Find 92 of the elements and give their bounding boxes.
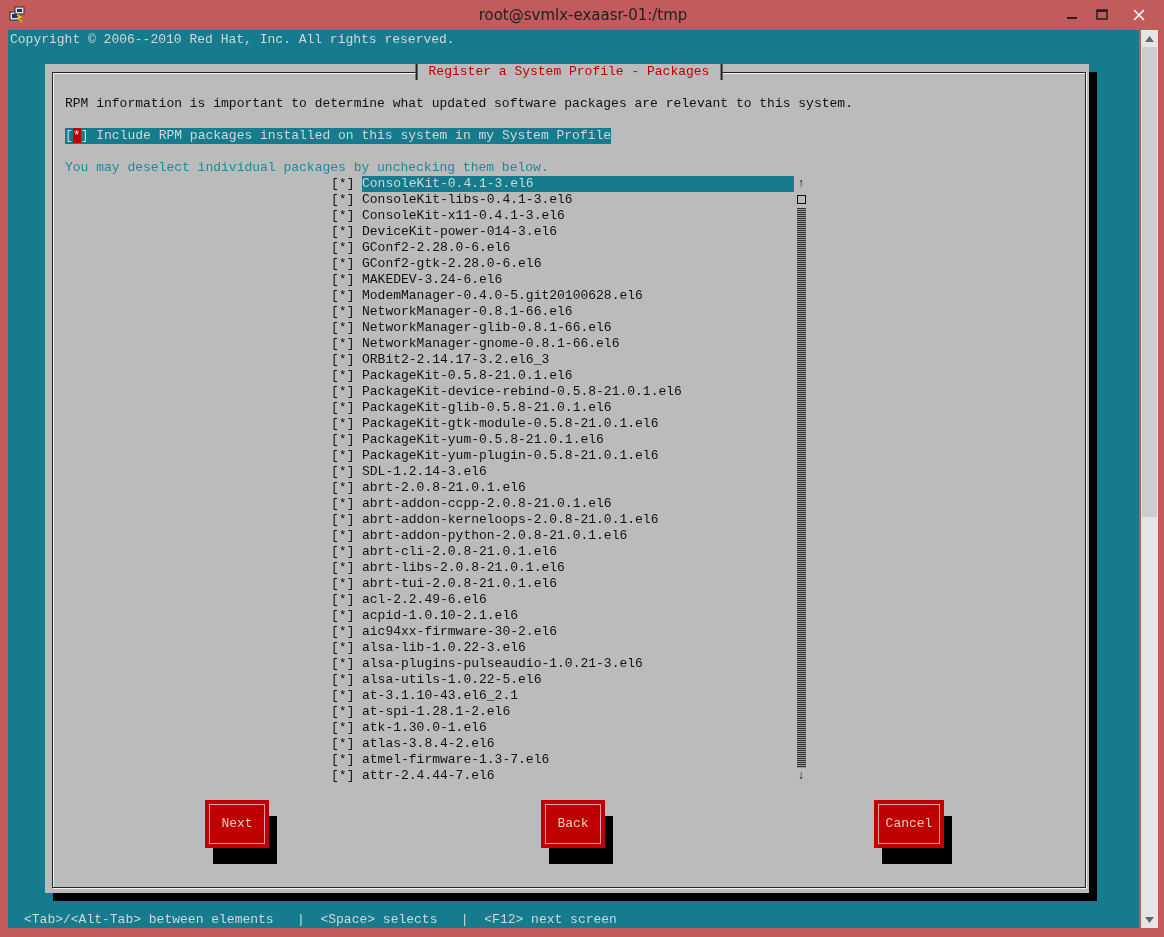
package-checkbox[interactable]: [*]	[331, 576, 362, 592]
package-item[interactable]: abrt-addon-ccpp-2.0.8-21.0.1.el6	[362, 496, 794, 512]
package-item[interactable]: ModemManager-0.4.0-5.git20100628.el6	[362, 288, 794, 304]
package-checkbox[interactable]: [*]	[331, 224, 362, 240]
package-checkbox[interactable]: [*]	[331, 208, 362, 224]
package-checkbox[interactable]: [*]	[331, 368, 362, 384]
package-item[interactable]: atk-1.30.0-1.el6	[362, 720, 794, 736]
package-item[interactable]: atlas-3.8.4-2.el6	[362, 736, 794, 752]
package-checkbox[interactable]: [*]	[331, 544, 362, 560]
package-item[interactable]: alsa-plugins-pulseaudio-1.0.21-3.el6	[362, 656, 794, 672]
package-item[interactable]: abrt-addon-python-2.0.8-21.0.1.el6	[362, 528, 794, 544]
package-checkbox[interactable]: [*]	[331, 336, 362, 352]
package-checkbox[interactable]: [*]	[331, 256, 362, 272]
hint-text: You may deselect individual packages by unchecking them below.	[65, 160, 550, 176]
package-item[interactable]: ConsoleKit-0.4.1-3.el6	[362, 176, 794, 192]
maximize-icon[interactable]	[1094, 7, 1110, 23]
package-checkbox[interactable]: [*]	[331, 672, 362, 688]
package-checkbox[interactable]: [*]	[331, 448, 362, 464]
scroll-up-arrow[interactable]: ↑	[797, 176, 805, 192]
package-item[interactable]: abrt-tui-2.0.8-21.0.1.el6	[362, 576, 794, 592]
intro-text: RPM information is important to determine what updated software packages are relevant to this system.	[65, 96, 854, 112]
include-packages-checkbox[interactable]: [*] Include RPM packages installed on this system in my System Profile	[65, 128, 612, 144]
package-checkbox[interactable]: [*]	[331, 528, 362, 544]
package-item[interactable]: PackageKit-yum-plugin-0.5.8-21.0.1.el6	[362, 448, 794, 464]
scroll-down-icon[interactable]	[1145, 916, 1154, 923]
package-checkbox[interactable]: [*]	[331, 432, 362, 448]
package-checkbox[interactable]: [*]	[331, 608, 362, 624]
package-item[interactable]: alsa-lib-1.0.22-3.el6	[362, 640, 794, 656]
package-checkbox[interactable]: [*]	[331, 464, 362, 480]
status-bar-text: <Tab>/<Alt-Tab> between elements | <Space> selects | <F12> next screen	[23, 912, 618, 928]
package-item[interactable]: PackageKit-glib-0.5.8-21.0.1.el6	[362, 400, 794, 416]
package-checkbox[interactable]: [*]	[331, 720, 362, 736]
package-item[interactable]: ORBit2-2.14.17-3.2.el6_3	[362, 352, 794, 368]
package-item[interactable]: abrt-libs-2.0.8-21.0.1.el6	[362, 560, 794, 576]
package-item[interactable]: atmel-firmware-1.3-7.el6	[362, 752, 794, 768]
package-checkbox[interactable]: [*]	[331, 704, 362, 720]
package-item[interactable]: MAKEDEV-3.24-6.el6	[362, 272, 794, 288]
package-checkbox[interactable]: [*]	[331, 176, 362, 192]
window-title: root@svmlx-exaasr-01:/tmp	[478, 5, 688, 24]
package-item[interactable]: at-spi-1.28.1-2.el6	[362, 704, 794, 720]
package-checkbox[interactable]: [*]	[331, 592, 362, 608]
package-item[interactable]: PackageKit-gtk-module-0.5.8-21.0.1.el6	[362, 416, 794, 432]
list-scroll-thumb[interactable]	[796, 195, 806, 204]
package-checkbox[interactable]: [*]	[331, 736, 362, 752]
package-checkbox[interactable]: [*]	[331, 624, 362, 640]
package-item[interactable]: DeviceKit-power-014-3.el6	[362, 224, 794, 240]
package-item[interactable]: ConsoleKit-libs-0.4.1-3.el6	[362, 192, 794, 208]
package-item[interactable]: abrt-cli-2.0.8-21.0.1.el6	[362, 544, 794, 560]
package-item[interactable]: acpid-1.0.10-2.1.el6	[362, 608, 794, 624]
scroll-down-arrow[interactable]: ↓	[797, 768, 805, 784]
package-item[interactable]: alsa-utils-1.0.22-5.el6	[362, 672, 794, 688]
package-checkbox[interactable]: [*]	[331, 656, 362, 672]
package-checkbox[interactable]: [*]	[331, 272, 362, 288]
package-item[interactable]: PackageKit-0.5.8-21.0.1.el6	[362, 368, 794, 384]
package-item[interactable]: NetworkManager-gnome-0.8.1-66.el6	[362, 336, 794, 352]
package-checkbox[interactable]: [*]	[331, 688, 362, 704]
package-checkbox[interactable]: [*]	[331, 240, 362, 256]
package-item[interactable]: SDL-1.2.14-3.el6	[362, 464, 794, 480]
package-item[interactable]: PackageKit-yum-0.5.8-21.0.1.el6	[362, 432, 794, 448]
package-item[interactable]: aic94xx-firmware-30-2.el6	[362, 624, 794, 640]
package-item[interactable]: NetworkManager-0.8.1-66.el6	[362, 304, 794, 320]
package-item[interactable]: acl-2.2.49-6.el6	[362, 592, 794, 608]
package-checkbox[interactable]: [*]	[331, 512, 362, 528]
package-checkbox[interactable]: [*]	[331, 768, 362, 784]
package-item[interactable]: abrt-addon-kerneloops-2.0.8-21.0.1.el6	[362, 512, 794, 528]
scroll-up-icon[interactable]	[1145, 35, 1154, 42]
package-checkbox[interactable]: [*]	[331, 416, 362, 432]
dialog-title: Register a System Profile - Packages	[415, 64, 723, 80]
package-checkbox[interactable]: [*]	[331, 352, 362, 368]
package-checkbox[interactable]: [*]	[331, 752, 362, 768]
copyright-text: Copyright © 2006--2010 Red Hat, Inc. All rights reserved.	[9, 32, 456, 48]
package-item[interactable]: PackageKit-device-rebind-0.5.8-21.0.1.el6	[362, 384, 794, 400]
package-item[interactable]: GConf2-2.28.0-6.el6	[362, 240, 794, 256]
package-checkbox[interactable]: [*]	[331, 496, 362, 512]
package-checkbox[interactable]: [*]	[331, 320, 362, 336]
scroll-thumb[interactable]	[1142, 47, 1157, 517]
package-item[interactable]: ConsoleKit-x11-0.4.1-3.el6	[362, 208, 794, 224]
package-checkbox[interactable]: [*]	[331, 480, 362, 496]
package-item[interactable]: attr-2.4.44-7.el6	[362, 768, 794, 784]
package-checkbox[interactable]: [*]	[331, 384, 362, 400]
package-checkbox[interactable]: [*]	[331, 400, 362, 416]
package-checkbox[interactable]: [*]	[331, 304, 362, 320]
scrollbar[interactable]	[1141, 30, 1158, 928]
package-checkbox[interactable]: [*]	[331, 560, 362, 576]
package-item[interactable]: GConf2-gtk-2.28.0-6.el6	[362, 256, 794, 272]
package-item[interactable]: at-3.1.10-43.el6_2.1	[362, 688, 794, 704]
terminal-app-icon[interactable]	[8, 6, 26, 24]
package-checkbox[interactable]: [*]	[331, 192, 362, 208]
package-item[interactable]: abrt-2.0.8-21.0.1.el6	[362, 480, 794, 496]
package-checkbox[interactable]: [*]	[331, 640, 362, 656]
package-checkbox[interactable]: [*]	[331, 288, 362, 304]
package-item[interactable]: NetworkManager-glib-0.8.1-66.el6	[362, 320, 794, 336]
